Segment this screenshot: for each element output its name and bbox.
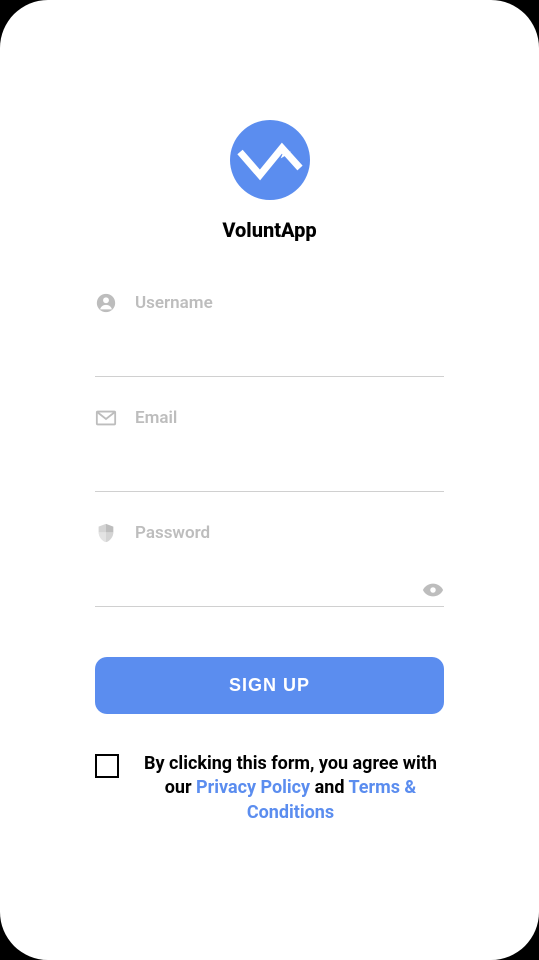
shield-icon	[95, 522, 117, 544]
consent-checkbox[interactable]	[95, 754, 119, 778]
consent-text: By clicking this form, you agree with ou…	[137, 752, 444, 825]
logo-section: VoluntApp	[95, 120, 444, 242]
eye-icon[interactable]	[422, 579, 444, 601]
signup-button[interactable]: SIGN UP	[95, 657, 444, 714]
password-input-row	[95, 572, 444, 607]
email-label: Email	[135, 408, 177, 428]
consent-text-middle: and	[310, 777, 348, 798]
email-label-row: Email	[95, 407, 444, 429]
app-name: VoluntApp	[222, 218, 316, 242]
password-label: Password	[135, 523, 210, 543]
mail-icon	[95, 407, 117, 429]
app-logo	[230, 120, 310, 200]
privacy-policy-link[interactable]: Privacy Policy	[196, 777, 310, 798]
username-input[interactable]	[95, 342, 444, 377]
app-screen: VoluntApp Username Email	[0, 0, 539, 960]
email-input[interactable]	[95, 457, 444, 492]
username-field-group: Username	[95, 292, 444, 377]
username-label: Username	[135, 293, 213, 313]
logo-mark-icon	[230, 120, 310, 200]
email-field-group: Email	[95, 407, 444, 492]
signup-form-container: VoluntApp Username Email	[0, 0, 539, 960]
password-label-row: Password	[95, 522, 444, 544]
username-label-row: Username	[95, 292, 444, 314]
consent-row: By clicking this form, you agree with ou…	[95, 752, 444, 825]
person-icon	[95, 292, 117, 314]
password-input[interactable]	[95, 572, 444, 607]
password-field-group: Password	[95, 522, 444, 607]
